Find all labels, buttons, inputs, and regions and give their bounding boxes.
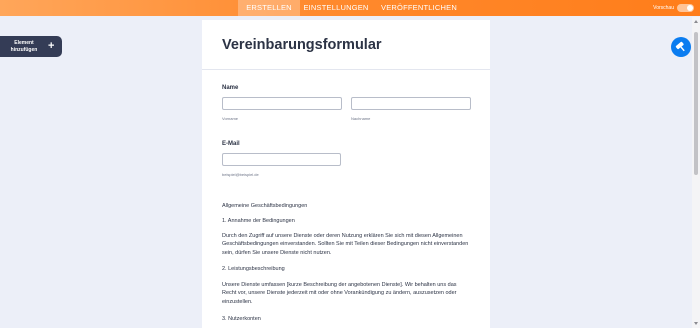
plus-icon: + [48, 40, 55, 52]
tab-erstellen[interactable]: ERSTELLEN [238, 0, 300, 16]
section3-title: 3. Nutzerkonten [222, 316, 261, 322]
tab-veroeffentlichen[interactable]: VERÖFFENTLICHEN [380, 0, 458, 16]
first-name-input[interactable] [222, 97, 342, 110]
last-name-input[interactable] [351, 97, 471, 110]
preview-label: Vorschau [653, 5, 674, 11]
email-input[interactable] [222, 153, 341, 166]
toggle-knob [687, 5, 693, 11]
preview-toggle[interactable] [677, 4, 694, 12]
add-element-label: Element hinzufügen [10, 40, 38, 53]
form-header[interactable]: Vereinbarungsformular [202, 20, 490, 70]
email-sublabel: beispiel@beispiel.de [222, 172, 259, 177]
page-scrollbar[interactable] [692, 17, 700, 328]
email-label: E-Mail [222, 141, 240, 147]
section2-body: Unsere Dienste umfassen [kurze Beschreib… [222, 282, 457, 305]
scroll-up-icon[interactable] [694, 20, 698, 23]
terms-heading: Allgemeine Geschäftsbedingungen [222, 203, 308, 209]
top-navigation-bar: ERSTELLEN EINSTELLUNGEN VERÖFFENTLICHEN … [0, 0, 700, 16]
tab-einstellungen[interactable]: EINSTELLUNGEN [302, 0, 370, 16]
paint-roller-icon [675, 41, 685, 52]
form-title: Vereinbarungsformular [222, 37, 382, 53]
section1-body: Durch den Zugriff auf unsere Dienste ode… [222, 233, 469, 256]
form-designer-button[interactable] [671, 37, 691, 57]
add-element-button[interactable]: Element hinzufügen + [0, 36, 62, 57]
name-label: Name [222, 85, 239, 91]
form-card: Vereinbarungsformular Name Vorname Nachn… [202, 20, 490, 328]
first-name-sublabel: Vorname [222, 116, 239, 121]
section1-title: 1. Annahme der Bedingungen [222, 218, 295, 224]
section2-title: 2. Leistungsbeschreibung [222, 266, 285, 272]
scrollbar-thumb[interactable] [694, 32, 698, 175]
scroll-down-icon[interactable] [694, 322, 698, 325]
last-name-sublabel: Nachname [351, 116, 371, 121]
